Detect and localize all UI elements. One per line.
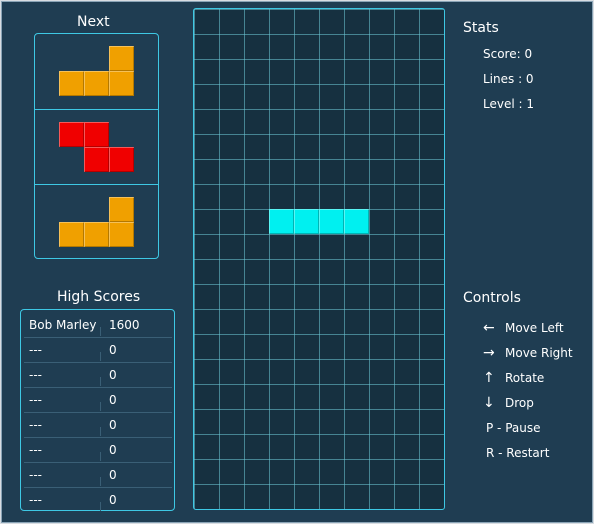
i-piece-block: [344, 209, 369, 234]
high-score-row: --- 0: [24, 438, 172, 463]
z-piece-block: [84, 122, 109, 147]
l-piece-block: [59, 71, 84, 96]
high-score-row: Bob Marley 1600: [24, 313, 172, 338]
high-score-name: ---: [29, 368, 42, 382]
next-pieces-panel: [34, 33, 159, 259]
next-piece-slot-1: [35, 34, 158, 109]
l-piece-block: [109, 222, 134, 247]
high-score-name: ---: [29, 343, 42, 357]
high-score-value: 1600: [109, 318, 140, 332]
l-piece-block: [109, 197, 134, 222]
high-score-name: ---: [29, 468, 42, 482]
arrow-up-icon: ↑: [483, 370, 495, 386]
control-drop: ↓ Drop: [483, 393, 534, 413]
high-score-name: Bob Marley: [29, 318, 97, 332]
arrow-down-icon: ↓: [483, 395, 495, 411]
control-rotate: ↑ Rotate: [483, 368, 544, 388]
l-piece-block: [109, 46, 134, 71]
high-score-row: --- 0: [24, 463, 172, 488]
control-restart: R - Restart: [486, 446, 550, 460]
high-scores-table: Bob Marley 1600 --- 0 --- 0 --- 0 --- 0 …: [20, 309, 175, 511]
high-score-name: ---: [29, 418, 42, 432]
l-piece-block: [59, 222, 84, 247]
stats-title: Stats: [463, 20, 499, 36]
z-piece-block: [84, 147, 109, 172]
control-label: Move Right: [505, 346, 573, 360]
high-score-name: ---: [29, 393, 42, 407]
game-board[interactable]: [193, 8, 445, 510]
l-piece-block: [109, 71, 134, 96]
arrow-left-icon: ←: [483, 320, 495, 336]
controls-title: Controls: [463, 290, 521, 306]
high-score-value: 0: [109, 368, 117, 382]
control-label: Rotate: [505, 371, 545, 385]
high-score-row: --- 0: [24, 388, 172, 413]
high-score-value: 0: [109, 468, 117, 482]
high-score-value: 0: [109, 443, 117, 457]
z-piece-block: [59, 122, 84, 147]
high-score-row: --- 0: [24, 488, 172, 513]
high-score-value: 0: [109, 493, 117, 507]
i-piece-block: [319, 209, 344, 234]
score-readout: Score: 0: [483, 47, 533, 61]
l-piece-block: [84, 222, 109, 247]
control-move-right: → Move Right: [483, 343, 573, 363]
level-readout: Level : 1: [483, 97, 534, 111]
high-score-value: 0: [109, 343, 117, 357]
high-score-value: 0: [109, 418, 117, 432]
tetris-game-window: Next High Scores Bob Marley 1600 --- 0 -…: [1, 1, 593, 523]
lines-readout: Lines : 0: [483, 72, 534, 86]
l-piece-block: [84, 71, 109, 96]
z-piece-block: [109, 147, 134, 172]
high-scores-title: High Scores: [57, 289, 141, 305]
high-score-row: --- 0: [24, 363, 172, 388]
high-score-row: --- 0: [24, 338, 172, 363]
control-label: Drop: [505, 396, 534, 410]
i-piece-block: [294, 209, 319, 234]
control-label: Move Left: [505, 321, 564, 335]
next-piece-slot-3: [35, 184, 158, 259]
i-piece-block: [269, 209, 294, 234]
next-title: Next: [77, 14, 110, 30]
next-piece-slot-2: [35, 109, 158, 184]
high-score-value: 0: [109, 393, 117, 407]
high-score-name: ---: [29, 493, 42, 507]
control-move-left: ← Move Left: [483, 318, 564, 338]
arrow-right-icon: →: [483, 345, 495, 361]
control-pause: P - Pause: [486, 421, 541, 435]
high-score-name: ---: [29, 443, 42, 457]
high-score-row: --- 0: [24, 413, 172, 438]
